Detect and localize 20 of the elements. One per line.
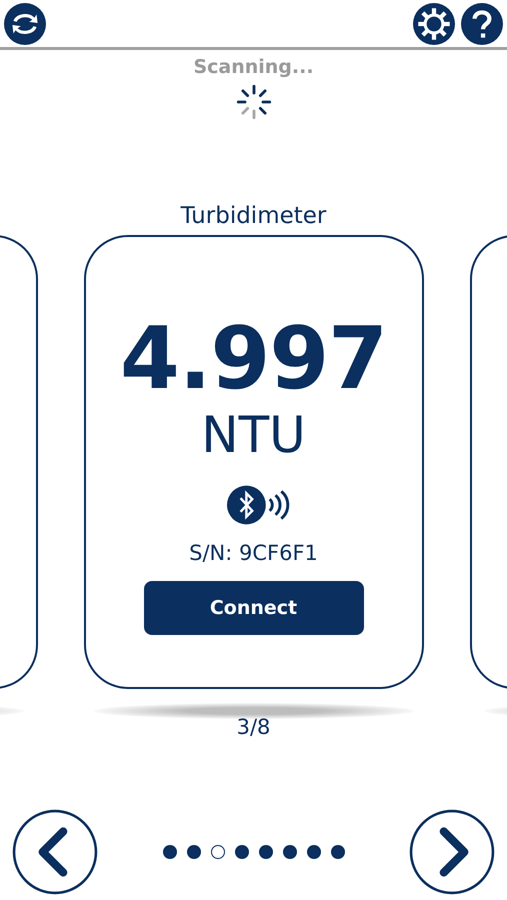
loading-spinner-icon — [234, 83, 272, 121]
page-dot[interactable] — [234, 845, 248, 859]
page-counter: 3/8 — [236, 714, 270, 741]
page-dot[interactable] — [162, 845, 176, 859]
page-dot[interactable] — [306, 845, 320, 859]
page-dot[interactable] — [282, 845, 296, 859]
next-button[interactable] — [409, 809, 495, 895]
page-dot[interactable] — [186, 845, 200, 859]
bluetooth-signal-icon — [226, 485, 290, 525]
settings-icon[interactable] — [413, 2, 455, 44]
page-dot[interactable] — [210, 845, 224, 859]
page-dot[interactable] — [330, 845, 344, 859]
scanning-status: Scanning... — [193, 55, 314, 79]
previous-button[interactable] — [12, 809, 98, 895]
page-dot[interactable] — [258, 845, 272, 859]
device-title: Turbidimeter — [180, 202, 326, 231]
refresh-icon[interactable] — [4, 2, 46, 44]
serial-number: S/N: 9CF6F1 — [189, 540, 318, 567]
help-icon[interactable] — [461, 2, 503, 44]
connect-button[interactable]: Connect — [144, 581, 364, 635]
